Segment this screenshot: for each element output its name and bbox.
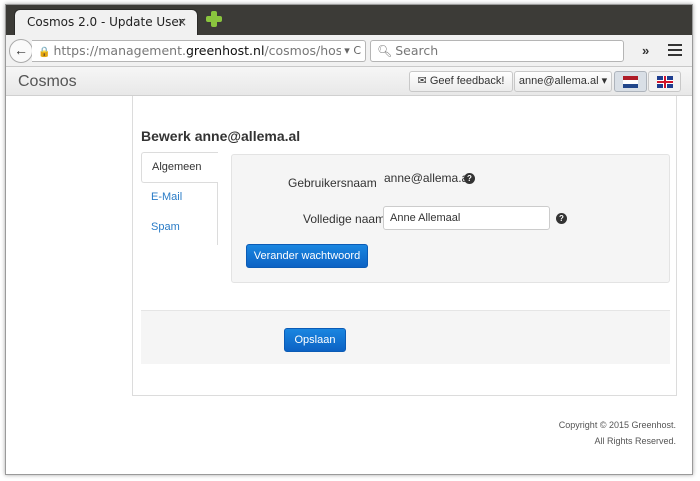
vertical-tabs: Algemeen E-Mail Spam bbox=[141, 152, 218, 243]
tab-algemeen[interactable]: Algemeen bbox=[141, 152, 218, 183]
overflow-chevron-icon[interactable]: » bbox=[642, 43, 649, 58]
change-password-button[interactable]: Verander wachtwoord bbox=[246, 244, 368, 268]
navigation-bar: ← 🔒 https://management.greenhost.nl/cosmo… bbox=[6, 35, 692, 67]
tabs-divider bbox=[217, 183, 218, 245]
rights-line: All Rights Reserved. bbox=[594, 436, 676, 446]
help-icon[interactable]: ? bbox=[556, 213, 567, 224]
search-input[interactable]: 🔍︎ Search bbox=[370, 40, 624, 62]
new-tab-icon[interactable] bbox=[206, 11, 222, 27]
dutch-flag-icon[interactable] bbox=[614, 71, 647, 92]
page-title: Bewerk anne@allema.al bbox=[141, 128, 301, 144]
reload-icon[interactable]: ▾ C bbox=[341, 41, 361, 61]
help-icon[interactable]: ? bbox=[464, 173, 475, 184]
hamburger-menu-icon[interactable] bbox=[668, 41, 682, 57]
back-button[interactable]: ← bbox=[9, 39, 33, 63]
close-tab-icon[interactable]: × bbox=[177, 15, 187, 29]
app-header: Cosmos ✉ Geef feedback! anne@allema.al ▾ bbox=[6, 67, 692, 96]
address-bar[interactable]: 🔒 https://management.greenhost.nl/cosmos/… bbox=[32, 40, 366, 62]
general-settings-form: Gebruikersnaam anne@allema.al ? Volledig… bbox=[231, 154, 670, 283]
username-value: anne@allema.al bbox=[384, 171, 471, 185]
feedback-button[interactable]: ✉ Geef feedback! bbox=[409, 71, 513, 92]
copyright-line: Copyright © 2015 Greenhost. bbox=[558, 420, 676, 430]
fullname-input[interactable] bbox=[383, 206, 550, 230]
search-placeholder: Search bbox=[395, 43, 439, 58]
browser-window: Cosmos 2.0 - Update User × ← 🔒 https://ma… bbox=[5, 4, 693, 475]
fullname-label: Volledige naam bbox=[303, 212, 386, 226]
tab-strip: Cosmos 2.0 - Update User × bbox=[6, 5, 692, 35]
search-icon: 🔍︎ bbox=[377, 44, 393, 58]
envelope-icon: ✉ bbox=[417, 75, 427, 87]
browser-tab[interactable]: Cosmos 2.0 - Update User × bbox=[14, 9, 198, 35]
copyright: Copyright © 2015 Greenhost. All Rights R… bbox=[559, 417, 676, 449]
tab-email[interactable]: E-Mail bbox=[141, 183, 218, 213]
main-panel: Bewerk anne@allema.al Algemeen E-Mail Sp… bbox=[132, 96, 677, 396]
tab-title: Cosmos 2.0 - Update User bbox=[27, 15, 184, 29]
back-arrow-icon: ← bbox=[14, 42, 28, 58]
tab-spam[interactable]: Spam bbox=[141, 213, 218, 243]
lock-icon: 🔒 bbox=[38, 47, 51, 58]
username-label: Gebruikersnaam bbox=[288, 176, 377, 190]
feedback-label: Geef feedback! bbox=[429, 75, 505, 87]
form-actions: Opslaan bbox=[141, 310, 670, 364]
brand-logo[interactable]: Cosmos bbox=[18, 73, 77, 91]
save-button[interactable]: Opslaan bbox=[284, 328, 346, 352]
url-prefix: https://management. bbox=[53, 43, 186, 58]
user-menu-button[interactable]: anne@allema.al ▾ bbox=[514, 71, 612, 92]
url-path: /cosmos/host bbox=[264, 43, 348, 58]
uk-flag-icon[interactable] bbox=[648, 71, 681, 92]
url-host: greenhost.nl bbox=[185, 43, 265, 58]
